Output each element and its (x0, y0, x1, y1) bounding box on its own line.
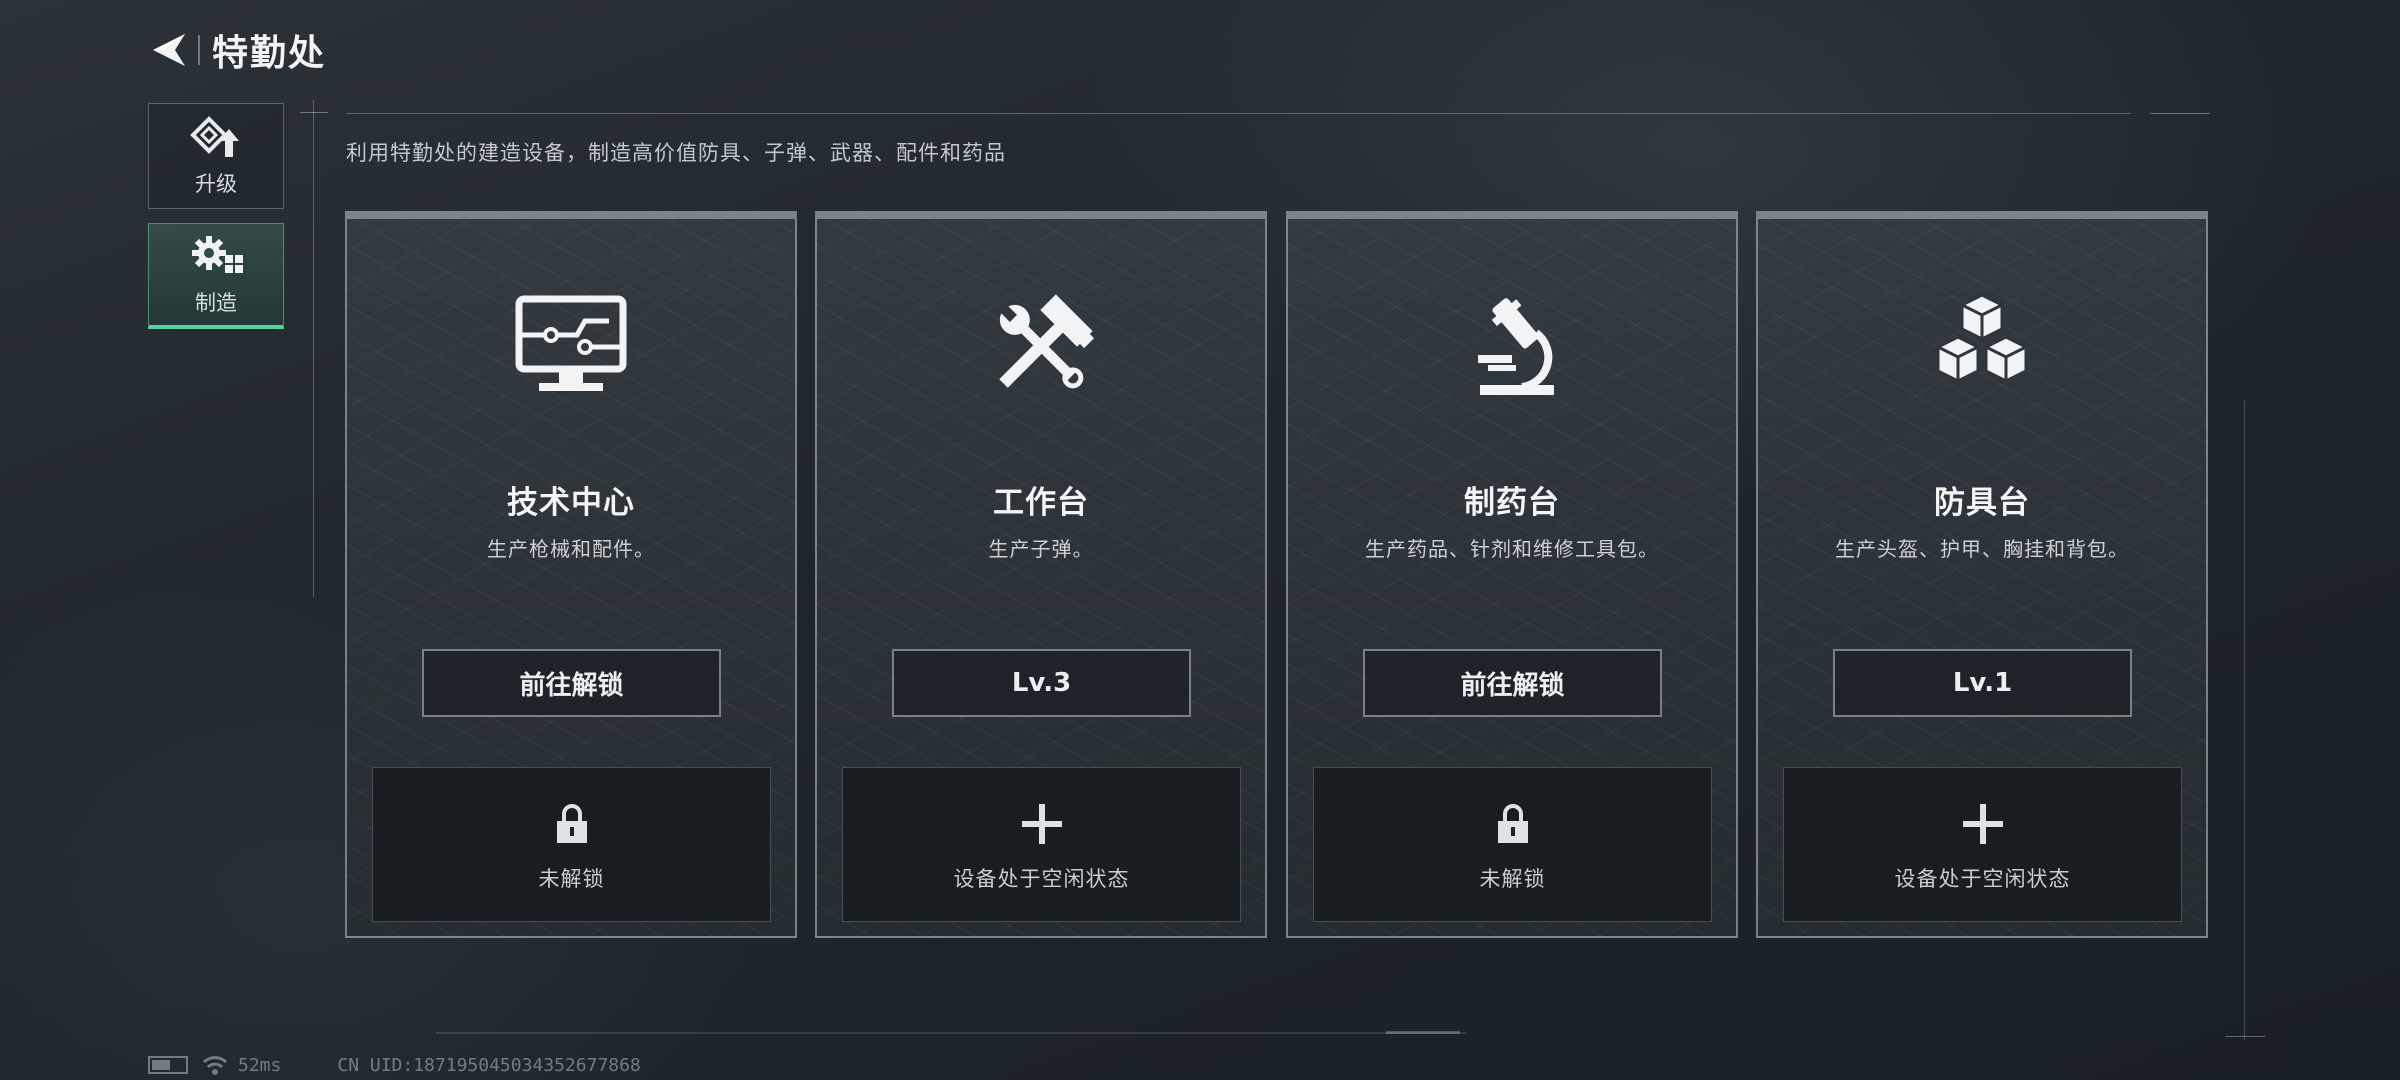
production-slot[interactable]: 设备处于空闲状态 (1783, 767, 2182, 922)
monitor-circuit-icon (347, 291, 795, 409)
lock-icon (555, 797, 589, 851)
header-rule (346, 113, 2131, 114)
unlock-button[interactable]: 前往解锁 (422, 649, 721, 717)
cubes-icon (1758, 291, 2206, 409)
user-uid: CN UID:187195045034352677868 (337, 1054, 641, 1076)
sidebar-divider-tick (300, 112, 328, 113)
lock-icon (1496, 797, 1530, 851)
level-button[interactable]: Lv.1 (1833, 649, 2132, 717)
manufacturing-screen: 特勤处 升级 制造 利用特勤处的建造设备，制造高价值防具、子弹、武器、配件和药品… (0, 0, 2400, 1080)
bottom-rule (436, 1032, 1466, 1034)
station-subtitle: 生产子弹。 (988, 537, 1094, 561)
section-description: 利用特勤处的建造设备，制造高价值防具、子弹、武器、配件和药品 (346, 141, 1006, 165)
slot-status-text: 设备处于空闲状态 (953, 866, 1130, 891)
page-header: 特勤处 (148, 22, 326, 78)
right-rule (2244, 400, 2245, 1040)
sidebar-divider (313, 100, 314, 597)
slot-status-text: 设备处于空闲状态 (1894, 866, 2071, 891)
station-card-armor[interactable]: 防具台 生产头盔、护甲、胸挂和背包。 Lv.1 设备处于空闲状态 (1756, 211, 2208, 938)
upgrade-icon (188, 114, 244, 162)
station-title: 工作台 (993, 485, 1089, 521)
tab-upgrade[interactable]: 升级 (148, 103, 284, 209)
station-subtitle: 生产头盔、护甲、胸挂和背包。 (1835, 537, 2129, 561)
hammer-wrench-icon (817, 291, 1265, 409)
unlock-button[interactable]: 前往解锁 (1363, 649, 1662, 717)
station-title: 制药台 (1464, 485, 1560, 521)
back-arrow-icon (153, 34, 185, 66)
microscope-icon (1288, 291, 1736, 409)
tab-upgrade-label: 升级 (195, 172, 237, 196)
gear-icon (188, 233, 244, 281)
station-subtitle: 生产枪械和配件。 (487, 537, 655, 561)
production-slot[interactable]: 未解锁 (372, 767, 771, 922)
page-title: 特勤处 (212, 33, 327, 74)
station-card-pharmacy[interactable]: 制药台 生产药品、针剂和维修工具包。 前往解锁 未解锁 (1286, 211, 1738, 938)
status-footer: 52ms CN UID:187195045034352677868 (148, 1054, 641, 1076)
plus-icon (1020, 797, 1064, 851)
station-subtitle: 生产药品、针剂和维修工具包。 (1365, 537, 1659, 561)
header-divider (198, 35, 200, 65)
header-rule-end (2150, 113, 2210, 114)
battery-icon (148, 1056, 188, 1074)
ping-readout: 52ms (238, 1054, 282, 1076)
slot-status-text: 未解锁 (1479, 866, 1546, 891)
tab-manufacture[interactable]: 制造 (148, 223, 284, 329)
station-title: 防具台 (1934, 485, 2030, 521)
level-button[interactable]: Lv.3 (892, 649, 1191, 717)
station-title: 技术中心 (507, 485, 635, 521)
plus-icon (1961, 797, 2005, 851)
station-card-workbench[interactable]: 工作台 生产子弹。 Lv.3 设备处于空闲状态 (815, 211, 1267, 938)
production-slot[interactable]: 未解锁 (1313, 767, 1712, 922)
corner-crosshair (2225, 1036, 2265, 1037)
production-slot[interactable]: 设备处于空闲状态 (842, 767, 1241, 922)
wifi-icon (202, 1056, 228, 1075)
tab-manufacture-label: 制造 (195, 290, 237, 315)
station-card-tech-center[interactable]: 技术中心 生产枪械和配件。 前往解锁 未解锁 (345, 211, 797, 938)
bottom-rule-mark (1386, 1031, 1460, 1034)
slot-status-text: 未解锁 (538, 866, 605, 891)
back-button[interactable] (148, 27, 190, 73)
